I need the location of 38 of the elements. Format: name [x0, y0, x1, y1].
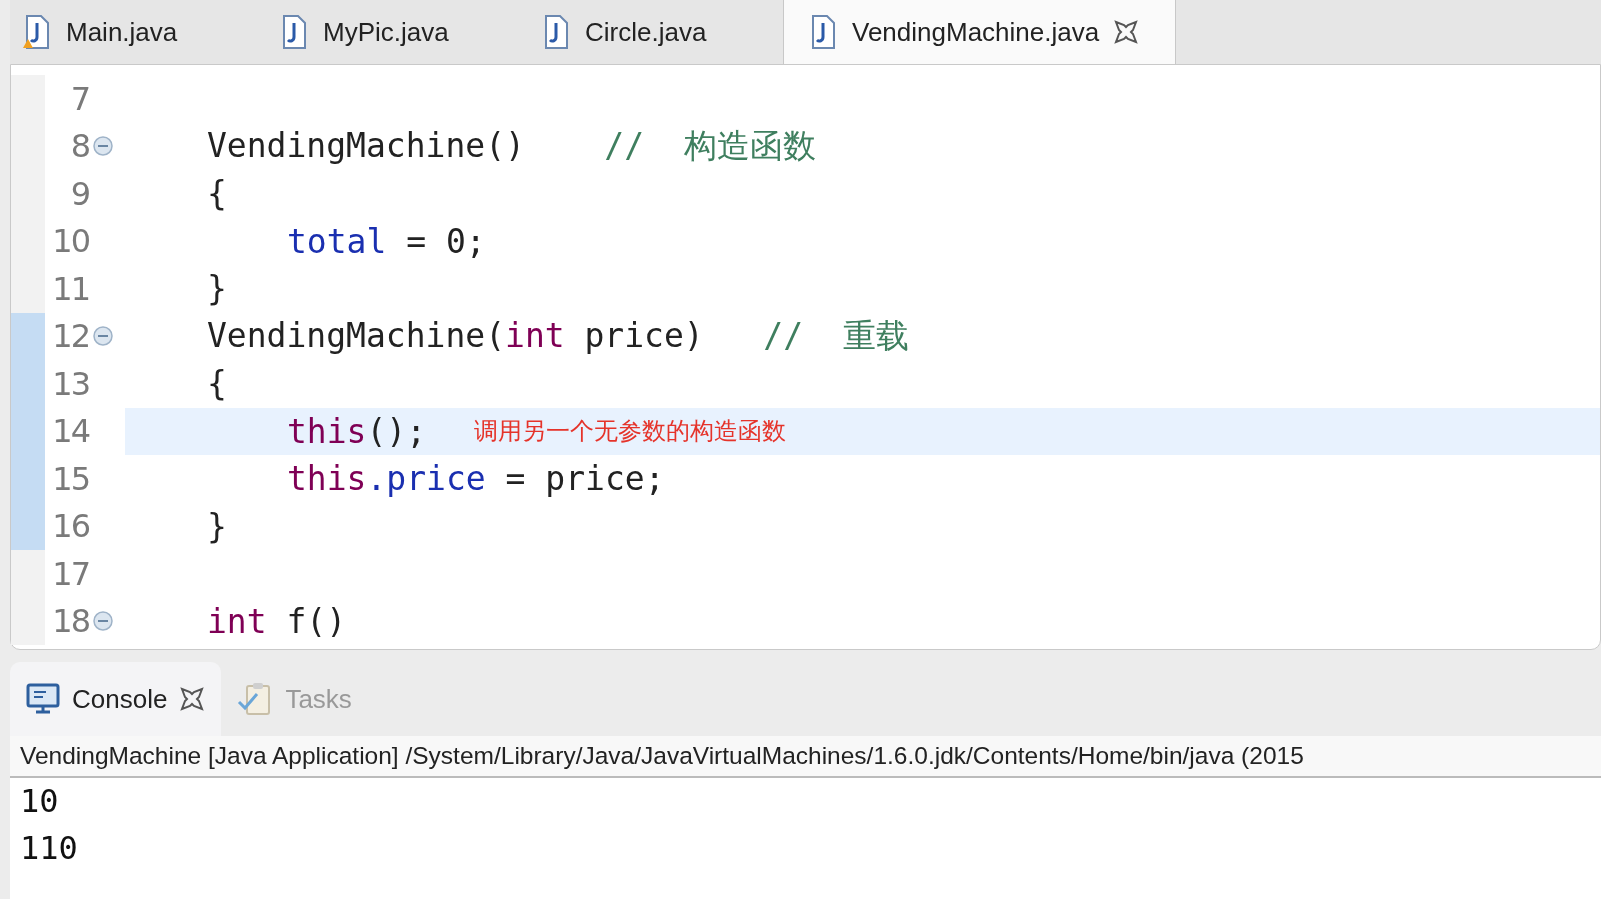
close-icon[interactable]	[1113, 19, 1140, 45]
line-number: 16	[51, 507, 89, 546]
line-number: 15	[51, 459, 89, 498]
code-line: {	[207, 364, 227, 404]
code-line: }	[207, 506, 227, 546]
line-number: 11	[51, 269, 89, 308]
collapse-icon[interactable]	[92, 610, 114, 633]
code-line: VendingMachine() // 构造函数	[207, 124, 816, 167]
line-number: 17	[51, 554, 89, 593]
line-number: 8	[69, 127, 89, 166]
line-number: 10	[51, 222, 89, 261]
editor-tab[interactable]: Circle.java	[517, 0, 783, 64]
editor-tab[interactable]: Main.java	[10, 0, 255, 64]
monitor-icon	[26, 683, 60, 715]
console-header: VendingMachine [Java Application] /System/Library/Java/JavaVirtualMachines/1.6.0.jdk/Contents/Home/bin/java (2015	[10, 736, 1601, 778]
console-output-line: 110	[20, 828, 79, 869]
line-number: 18	[51, 602, 89, 641]
code-line: VendingMachine(int price) // 重载	[207, 314, 909, 357]
line-number: 14	[51, 412, 89, 451]
code-line: }	[207, 269, 227, 309]
console-output-line: 10	[20, 781, 60, 822]
code-line: this.price = price;	[286, 459, 665, 499]
console-tab[interactable]: Console	[10, 662, 222, 736]
java-file-warning-icon	[22, 14, 52, 50]
close-icon[interactable]	[179, 686, 206, 712]
annotation-text: 调用另一个无参数的构造函数	[474, 416, 787, 448]
line-number: 12	[51, 317, 89, 356]
code-line: total = 0;	[286, 221, 486, 261]
line-number: 13	[51, 364, 89, 403]
editor-tab[interactable]: MyPic.java	[255, 0, 517, 64]
collapse-icon[interactable]	[92, 325, 114, 348]
collapse-icon[interactable]	[92, 135, 114, 158]
code-line: {	[207, 174, 227, 214]
editor-tab[interactable]: VendingMachine.java	[783, 0, 1176, 64]
line-number: 9	[69, 174, 89, 213]
code-line: int f()	[207, 601, 347, 641]
line-number: 7	[69, 79, 89, 118]
code-line: this();	[286, 411, 427, 451]
